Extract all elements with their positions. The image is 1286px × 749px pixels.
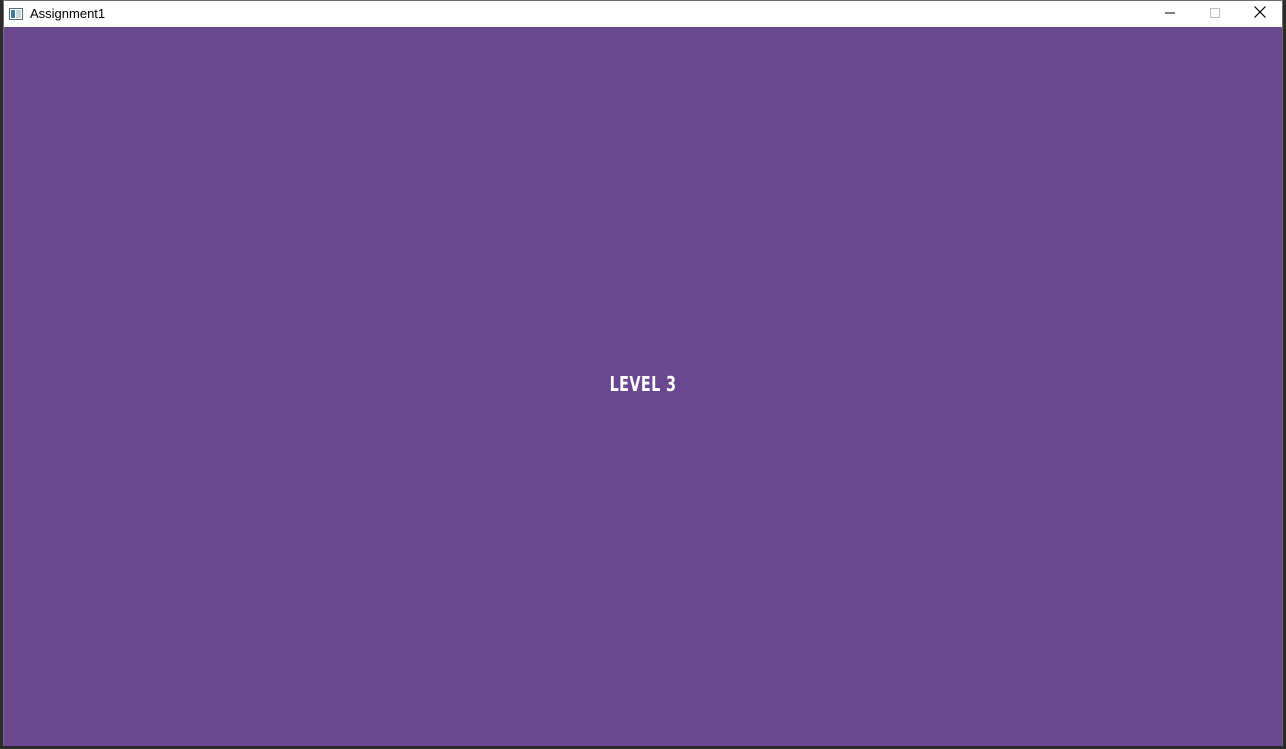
maximize-button[interactable] <box>1192 1 1237 27</box>
window-controls <box>1147 1 1282 27</box>
maximize-icon <box>1209 5 1220 23</box>
minimize-button[interactable] <box>1147 1 1192 27</box>
game-canvas[interactable]: LEVEL 3 <box>4 27 1282 746</box>
close-icon <box>1253 5 1266 23</box>
close-button[interactable] <box>1237 1 1282 27</box>
title-bar[interactable]: Assignment1 <box>4 1 1282 27</box>
level-title: LEVEL 3 <box>609 372 677 396</box>
app-window-icon <box>8 7 24 21</box>
window-title: Assignment1 <box>30 6 106 21</box>
minimize-icon <box>1164 5 1175 23</box>
app-window: Assignment1 LEVEL 3 <box>3 0 1283 746</box>
